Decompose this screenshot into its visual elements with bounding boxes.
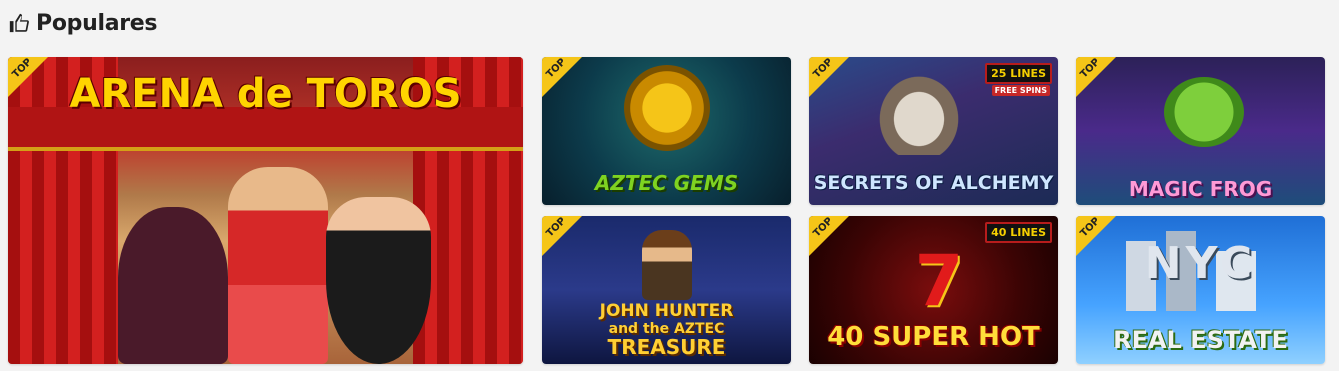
- matador-character: [228, 167, 328, 364]
- game-title: 40 SUPER HOT: [827, 322, 1040, 352]
- game-title: ARENA de TOROS: [69, 71, 462, 117]
- game-card-40-super-hot[interactable]: TOP 40 LINES 7 40 SUPER HOT: [809, 216, 1058, 364]
- lucky-seven-icon: 7: [914, 240, 964, 322]
- frog-character: [1164, 77, 1244, 147]
- lines-badge: 25 LINES: [985, 63, 1052, 84]
- game-title: JOHN HUNTER and the AZTEC TREASURE: [542, 301, 791, 359]
- dancer-character: [326, 197, 431, 364]
- aztec-emblem: [624, 65, 710, 151]
- game-title: REAL ESTATE: [1113, 326, 1288, 354]
- game-title: AZTEC GEMS: [594, 171, 739, 195]
- game-card-secrets-of-alchemy[interactable]: TOP 25 LINES FREE SPINS SECRETS OF ALCHE…: [809, 57, 1058, 205]
- wizard-character: [869, 65, 969, 155]
- lines-badge: 40 LINES: [985, 222, 1052, 243]
- game-title-line-3: TREASURE: [607, 335, 726, 359]
- section-header: Populares: [8, 8, 158, 38]
- section-title: Populares: [36, 10, 158, 36]
- game-card-arena-de-toros[interactable]: TOP ARENA de TOROS: [8, 57, 523, 364]
- free-spins-badge: FREE SPINS: [991, 85, 1050, 96]
- game-card-magic-frog[interactable]: TOP MAGIC FROG: [1076, 57, 1325, 205]
- game-title: SECRETS OF ALCHEMY: [813, 172, 1054, 194]
- game-title-line-1: JOHN HUNTER: [599, 301, 734, 321]
- thumbs-up-icon: [9, 13, 29, 33]
- bull-character: [118, 207, 228, 364]
- game-title: MAGIC FROG: [1128, 177, 1273, 201]
- game-card-john-hunter[interactable]: TOP JOHN HUNTER and the AZTEC TREASURE: [542, 216, 791, 364]
- hunter-character: [642, 230, 692, 300]
- game-card-nyc-real-estate[interactable]: TOP NYC REAL ESTATE: [1076, 216, 1325, 364]
- game-card-aztec-gems[interactable]: TOP AZTEC GEMS: [542, 57, 791, 205]
